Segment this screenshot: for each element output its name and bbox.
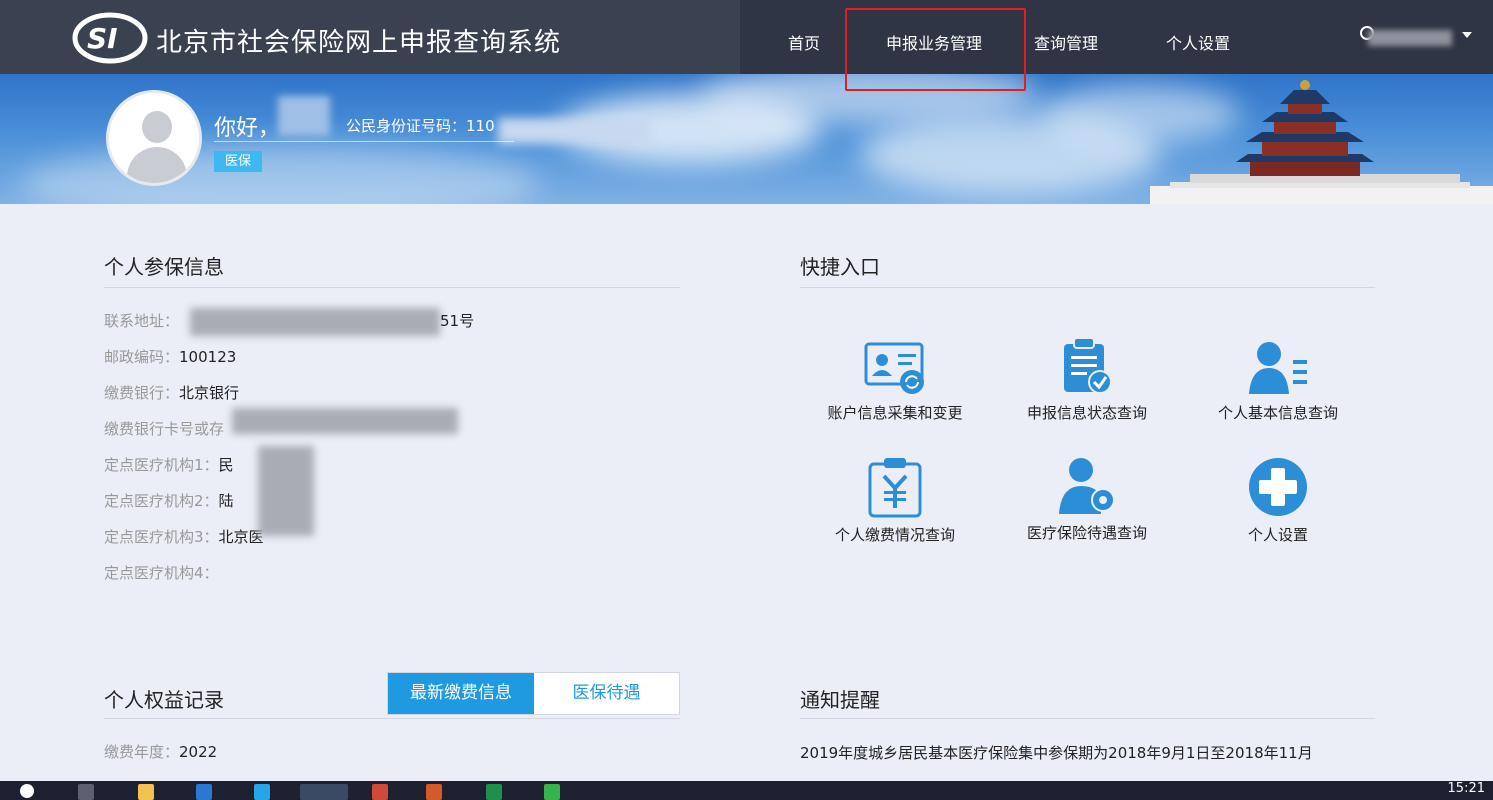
avatar[interactable]	[106, 90, 202, 186]
quick-label: 医疗保险待遇查询	[1026, 524, 1147, 542]
powerpoint-icon[interactable]	[426, 784, 442, 800]
hospital-redacted	[258, 446, 314, 536]
quick-declaration-status-query[interactable]: 申报信息状态查询	[1002, 336, 1172, 426]
folder-icon[interactable]	[138, 784, 154, 800]
clipboard-check-icon	[1064, 337, 1112, 394]
windows-taskbar: 15:21	[0, 781, 1493, 800]
insurance-type-badge: 医保	[214, 151, 262, 172]
nav-personal-settings[interactable]: 个人设置	[1166, 30, 1230, 54]
divider	[104, 718, 680, 719]
task-view-icon[interactable]	[78, 784, 94, 800]
info-row-hospital-2: 定点医疗机构2：陆	[104, 492, 234, 510]
quick-payment-query[interactable]: 个人缴费情况查询	[810, 456, 980, 546]
quick-label: 个人基本信息查询	[1217, 404, 1338, 422]
ie-icon[interactable]	[300, 784, 348, 800]
personal-info-title: 个人参保信息	[104, 255, 224, 279]
app-icon[interactable]	[372, 784, 388, 800]
annotation-highlight-box	[845, 8, 1026, 91]
nav-home[interactable]: 首页	[788, 30, 820, 54]
info-row-hospital-3: 定点医疗机构3：北京医	[104, 528, 264, 546]
user-name-redacted	[1368, 30, 1452, 46]
notice-text[interactable]: 2019年度城乡居民基本医疗保险集中参保期为2018年9月1日至2018年11月	[800, 742, 1313, 763]
logo-text: SI	[87, 22, 118, 55]
rights-tabs: 最新缴费信息 医保待遇	[387, 672, 680, 715]
profile-banner: 你好， 公民身份证号码：110 医保	[0, 74, 1493, 204]
info-row-hospital-1: 定点医疗机构1：民	[104, 456, 234, 474]
quick-personal-settings[interactable]: 个人设置	[1193, 456, 1363, 546]
person-list-icon	[1249, 342, 1307, 394]
rights-record-title: 个人权益记录	[104, 688, 224, 712]
banner-divider	[214, 141, 514, 142]
quick-medical-insurance-benefit-query[interactable]: 医疗保险待遇查询	[1002, 456, 1172, 546]
quick-personal-basic-info-query[interactable]: 个人基本信息查询	[1193, 338, 1363, 428]
outlook-icon[interactable]	[196, 784, 212, 800]
notice-title: 通知提醒	[800, 688, 880, 712]
quick-account-info-change[interactable]: 账户信息采集和变更	[810, 340, 980, 430]
person-gear-icon	[1059, 458, 1115, 514]
divider	[800, 718, 1375, 719]
start-icon[interactable]	[20, 784, 34, 798]
info-row-bank-card: 缴费银行卡号或存	[104, 420, 225, 438]
quick-label: 个人缴费情况查询	[834, 526, 955, 544]
tab-latest-payment-info[interactable]: 最新缴费信息	[388, 673, 534, 714]
quick-entry-title: 快捷入口	[800, 255, 880, 279]
divider	[104, 287, 680, 288]
name-redacted	[278, 96, 330, 136]
bank-card-redacted	[232, 408, 458, 434]
skype-icon[interactable]	[254, 784, 270, 800]
tab-medical-insurance-benefits[interactable]: 医保待遇	[534, 673, 679, 714]
quick-label: 账户信息采集和变更	[827, 404, 963, 422]
info-row-bank: 缴费银行：北京银行	[104, 384, 240, 402]
address-redacted	[190, 308, 440, 336]
id-card-refresh-icon	[864, 342, 924, 394]
info-row-address: 联系地址：	[104, 312, 180, 330]
id-number-redacted	[498, 118, 650, 144]
info-row-hospital-4: 定点医疗机构4：	[104, 564, 219, 582]
si-logo-icon: SI	[72, 12, 148, 64]
plus-circle-icon	[1249, 458, 1307, 516]
divider	[800, 287, 1375, 288]
temple-of-heaven-icon	[1150, 80, 1493, 204]
clipboard-yen-icon	[868, 458, 922, 518]
address-value: 51号	[440, 312, 475, 330]
greeting-text: 你好，	[214, 116, 281, 141]
wechat-icon[interactable]	[544, 784, 560, 800]
quick-label: 个人设置	[1247, 526, 1308, 544]
top-nav-bar: SI 北京市社会保险网上申报查询系统 首页 申报业务管理 查询管理 个人设置	[0, 0, 1493, 74]
nav-query-management[interactable]: 查询管理	[1034, 30, 1098, 54]
chevron-down-icon[interactable]	[1462, 32, 1472, 38]
excel-icon[interactable]	[486, 784, 502, 800]
id-number-label: 公民身份证号码：110	[346, 117, 495, 135]
clock[interactable]: 15:21	[1448, 781, 1485, 796]
info-row-payment-year: 缴费年度：2022	[104, 743, 218, 761]
system-title: 北京市社会保险网上申报查询系统	[156, 28, 562, 58]
info-row-postcode: 邮政编码：100123	[104, 348, 237, 366]
quick-label: 申报信息状态查询	[1026, 404, 1147, 422]
